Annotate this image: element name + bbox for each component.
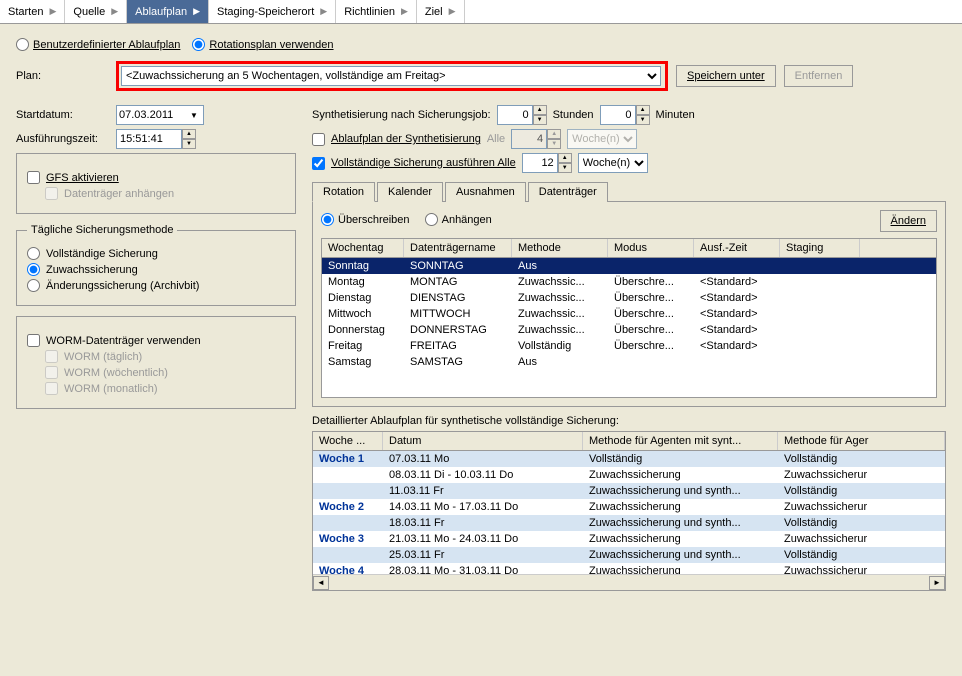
- worm-use-checkbox[interactable]: WORM-Datenträger verwenden: [27, 334, 285, 347]
- synth-mins-spin[interactable]: ▲▼: [600, 105, 650, 125]
- startdate-input[interactable]: 07.03.2011▼: [116, 105, 204, 125]
- daily-method-group: Tägliche Sicherungsmethode Vollständige …: [16, 224, 296, 306]
- table-row[interactable]: Woche 428.03.11 Mo - 31.03.11 DoZuwachss…: [313, 563, 945, 574]
- change-button[interactable]: Ändern: [880, 210, 937, 232]
- synth-hours-spin[interactable]: ▲▼: [497, 105, 547, 125]
- table-row[interactable]: MontagMONTAGZuwachssic...Überschre...<St…: [322, 274, 936, 290]
- synth-full-unit[interactable]: Woche(n): [578, 153, 648, 173]
- subtab-rotation[interactable]: Rotation: [312, 182, 375, 202]
- column-header[interactable]: Methode für Agenten mit synt...: [583, 432, 778, 450]
- table-row[interactable]: 18.03.11 FrZuwachssicherung und synth...…: [313, 515, 945, 531]
- wizard-tab-staging-speicherort[interactable]: Staging-Speicherort▶: [209, 0, 336, 23]
- wizard-tab-ablaufplan[interactable]: Ablaufplan▶: [127, 0, 209, 23]
- column-header[interactable]: Datenträgername: [404, 239, 512, 257]
- chevron-right-icon: ▶: [193, 6, 200, 17]
- wizard-tab-ziel[interactable]: Ziel▶: [417, 0, 465, 23]
- column-header[interactable]: Modus: [608, 239, 694, 257]
- gfs-append-checkbox: Datenträger anhängen: [45, 187, 285, 200]
- chevron-right-icon: ▶: [401, 6, 408, 17]
- column-header[interactable]: Ausf.-Zeit: [694, 239, 780, 257]
- remove-button[interactable]: Entfernen: [784, 65, 854, 87]
- worm-weekly-checkbox: WORM (wöchentlich): [45, 366, 285, 379]
- synth-full-checkbox[interactable]: [312, 157, 325, 170]
- radio-append[interactable]: Anhängen: [425, 213, 492, 226]
- synth-sch-unit: Woche(n): [567, 129, 637, 149]
- exectime-label: Ausführungszeit:: [16, 133, 116, 145]
- plan-label: Plan:: [16, 70, 116, 82]
- subtab-datenträger[interactable]: Datenträger: [528, 182, 608, 202]
- chevron-right-icon: ▶: [449, 6, 456, 17]
- column-header[interactable]: Wochentag: [322, 239, 404, 257]
- worm-daily-checkbox: WORM (täglich): [45, 350, 285, 363]
- chevron-right-icon: ▶: [111, 6, 118, 17]
- plan-select[interactable]: <Zuwachssicherung an 5 Wochentagen, voll…: [121, 66, 661, 86]
- table-row[interactable]: 11.03.11 FrZuwachssicherung und synth...…: [313, 483, 945, 499]
- radio-differential-backup[interactable]: Änderungssicherung (Archivbit): [27, 279, 285, 292]
- subtab-kalender[interactable]: Kalender: [377, 182, 443, 202]
- scroll-right-icon: ►: [929, 576, 945, 590]
- radio-incremental-backup[interactable]: Zuwachssicherung: [27, 263, 285, 276]
- table-row[interactable]: Woche 214.03.11 Mo - 17.03.11 DoZuwachss…: [313, 499, 945, 515]
- save-as-button[interactable]: Speichern unter: [676, 65, 776, 87]
- gfs-group: GFS aktivieren Datenträger anhängen: [16, 153, 296, 214]
- table-row[interactable]: SonntagSONNTAGAus: [322, 258, 936, 274]
- worm-monthly-checkbox: WORM (monatlich): [45, 382, 285, 395]
- table-row[interactable]: 25.03.11 FrZuwachssicherung und synth...…: [313, 547, 945, 563]
- chevron-right-icon: ▶: [49, 6, 56, 17]
- wizard-tab-richtlinien[interactable]: Richtlinien▶: [336, 0, 417, 23]
- radio-rotation-plan[interactable]: Rotationsplan verwenden: [192, 38, 333, 51]
- gfs-activate-checkbox[interactable]: GFS aktivieren: [27, 171, 285, 184]
- subtab-ausnahmen[interactable]: Ausnahmen: [445, 182, 526, 202]
- startdate-label: Startdatum:: [16, 109, 116, 121]
- column-header[interactable]: Datum: [383, 432, 583, 450]
- scroll-left-icon: ◄: [313, 576, 329, 590]
- worm-group: WORM-Datenträger verwenden WORM (täglich…: [16, 316, 296, 409]
- synth-after-label: Synthetisierung nach Sicherungsjob:: [312, 109, 491, 121]
- exectime-input[interactable]: ▲▼: [116, 129, 196, 149]
- table-row[interactable]: MittwochMITTWOCHZuwachssic...Überschre..…: [322, 306, 936, 322]
- wizard-tabs: Starten▶Quelle▶Ablaufplan▶Staging-Speich…: [0, 0, 962, 24]
- table-row[interactable]: Woche 321.03.11 Mo - 24.03.11 DoZuwachss…: [313, 531, 945, 547]
- radio-full-backup[interactable]: Vollständige Sicherung: [27, 247, 285, 260]
- detail-grid[interactable]: Woche ...DatumMethode für Agenten mit sy…: [312, 431, 946, 591]
- rotation-subtabs: RotationKalenderAusnahmenDatenträger: [312, 181, 946, 202]
- column-header[interactable]: Methode für Ager: [778, 432, 945, 450]
- wizard-tab-starten[interactable]: Starten▶: [0, 0, 65, 23]
- radio-custom-schedule[interactable]: Benutzerdefinierter Ablaufplan: [16, 38, 180, 51]
- column-header[interactable]: Woche ...: [313, 432, 383, 450]
- plan-highlight: <Zuwachssicherung an 5 Wochentagen, voll…: [116, 61, 668, 91]
- synth-full-num[interactable]: ▲▼: [522, 153, 572, 173]
- synth-schedule-checkbox[interactable]: [312, 133, 325, 146]
- table-row[interactable]: FreitagFREITAGVollständigÜberschre...<St…: [322, 338, 936, 354]
- column-header[interactable]: Methode: [512, 239, 608, 257]
- rotation-grid[interactable]: WochentagDatenträgernameMethodeModusAusf…: [321, 238, 937, 398]
- table-row[interactable]: Woche 107.03.11 MoVollständigVollständig: [313, 451, 945, 467]
- synth-sch-num: ▲▼: [511, 129, 561, 149]
- detail-label: Detaillierter Ablaufplan für synthetisch…: [312, 415, 946, 427]
- hscrollbar[interactable]: ◄►: [313, 574, 945, 590]
- chevron-right-icon: ▶: [320, 6, 327, 17]
- table-row[interactable]: 08.03.11 Di - 10.03.11 DoZuwachssicherun…: [313, 467, 945, 483]
- column-header[interactable]: Staging: [780, 239, 860, 257]
- table-row[interactable]: SamstagSAMSTAGAus: [322, 354, 936, 370]
- spin-down-icon[interactable]: ▼: [182, 139, 196, 149]
- table-row[interactable]: DonnerstagDONNERSTAGZuwachssic...Übersch…: [322, 322, 936, 338]
- chevron-down-icon[interactable]: ▼: [187, 111, 201, 120]
- radio-overwrite[interactable]: Überschreiben: [321, 213, 410, 226]
- table-row[interactable]: DienstagDIENSTAGZuwachssic...Überschre..…: [322, 290, 936, 306]
- wizard-tab-quelle[interactable]: Quelle▶: [65, 0, 127, 23]
- spin-up-icon[interactable]: ▲: [182, 129, 196, 139]
